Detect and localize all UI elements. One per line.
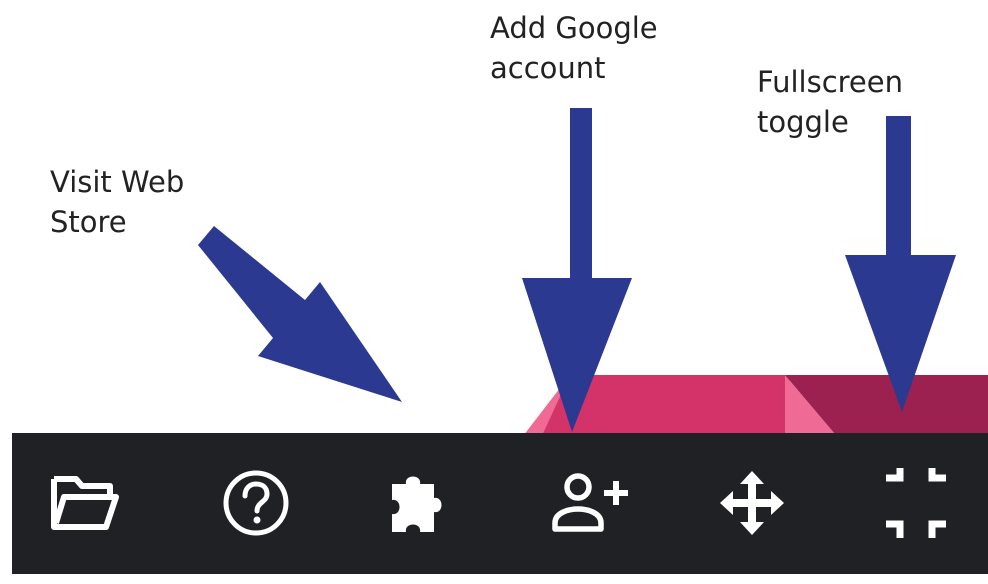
- help-button[interactable]: [206, 453, 306, 553]
- fullscreen-toggle-button[interactable]: [866, 453, 966, 553]
- web-store-button[interactable]: [370, 453, 470, 553]
- wallpaper-pink-mid: [540, 375, 790, 440]
- folder-icon: [51, 476, 119, 530]
- add-account-button[interactable]: [540, 453, 640, 553]
- puzzle-extension-icon: [392, 476, 442, 532]
- move-button[interactable]: [702, 453, 802, 553]
- help-icon: [223, 470, 289, 536]
- files-button[interactable]: [34, 453, 134, 553]
- annotation-fullscreen-toggle: Fullscreen toggle: [757, 65, 903, 139]
- move-arrows-icon: [720, 471, 784, 535]
- annotation-add-google-account: Add Google account: [490, 11, 658, 85]
- taskbar: [12, 433, 988, 574]
- annotation-visit-web-store: Visit Web Store: [50, 165, 185, 239]
- bottom-strip: [0, 574, 988, 584]
- exit-fullscreen-icon: [886, 468, 946, 538]
- add-person-icon: [552, 473, 628, 532]
